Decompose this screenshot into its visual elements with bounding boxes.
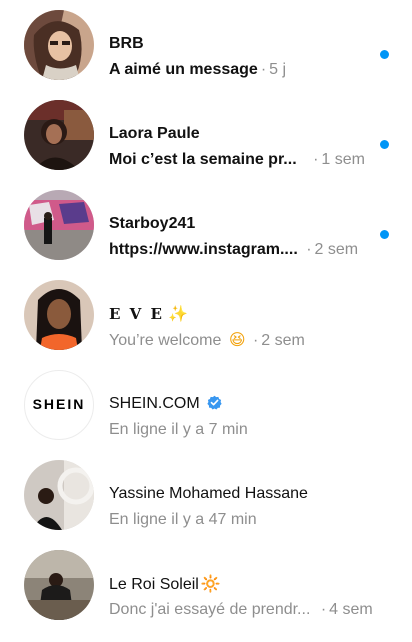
laughing-emoji-icon: 😆	[228, 330, 246, 349]
conversation-row[interactable]: Yassine Mohamed Hassane En ligne il y a …	[0, 450, 412, 540]
conversation-preview: En ligne il y a 47 min	[109, 509, 399, 531]
conversation-preview: A aimé un message · 5 j	[109, 59, 399, 81]
timestamp: 1 sem	[321, 151, 365, 168]
timestamp: 5 j	[269, 61, 287, 78]
message-snippet: https://www.instagram....	[109, 241, 298, 258]
conversation-row[interactable]: BRB A aimé un message · 5 j	[0, 0, 412, 90]
timestamp: 4 sem	[329, 601, 373, 618]
avatar: SHEIN	[24, 370, 94, 440]
message-snippet: Moi c’est la semaine pr...	[109, 151, 297, 168]
conversation-preview: Moi c’est la semaine pr... · 1 sem	[109, 149, 399, 171]
separator: ·	[320, 601, 327, 618]
conversation-name: Starboy241	[109, 215, 196, 232]
unread-dot-icon	[380, 140, 389, 149]
conversation-list: BRB A aimé un message · 5 j Laora Paule Mo…	[0, 0, 412, 642]
conversation-row[interactable]: Le Roi Soleil 🔆 Donc j'ai essayé de prend…	[0, 540, 412, 630]
shein-logo: SHEIN	[32, 396, 86, 412]
separator: ·	[313, 151, 319, 168]
conversation-row[interactable]: Starboy241 https://www.instagram.... · 2 …	[0, 180, 412, 270]
avatar	[24, 10, 94, 80]
message-snippet: You’re welcome	[109, 332, 222, 349]
separator: ·	[252, 332, 259, 349]
conversation-row[interactable]: Laora Paule Moi c’est la semaine pr... ·…	[0, 90, 412, 180]
unread-dot-icon	[380, 230, 389, 239]
verified-badge-icon	[207, 395, 222, 410]
avatar	[24, 550, 94, 620]
conversation-name: E V E ✨	[109, 304, 188, 325]
avatar	[24, 100, 94, 170]
separator: ·	[260, 61, 267, 78]
conversation-preview: En ligne il y a 7 min	[109, 419, 399, 441]
conversation-name: BRB	[109, 35, 144, 52]
avatar	[24, 280, 94, 350]
sun-icon: 🔆	[200, 574, 221, 593]
conversation-name: Yassine Mohamed Hassane	[109, 485, 308, 502]
timestamp: 2 sem	[261, 332, 305, 349]
activity-status: En ligne il y a 47 min	[109, 511, 257, 528]
unread-dot-icon	[380, 50, 389, 59]
conversation-name: SHEIN.COM	[109, 394, 222, 414]
message-snippet: Donc j'ai essayé de prendr...	[109, 601, 311, 618]
activity-status: En ligne il y a 7 min	[109, 421, 248, 438]
timestamp: 2 sem	[314, 241, 359, 258]
conversation-row[interactable]: SHEIN SHEIN.COM En ligne il y a 7 min	[0, 360, 412, 450]
name-text: SHEIN.COM	[109, 395, 200, 412]
name-text: Le Roi Soleil	[109, 576, 199, 593]
name-text: E V E	[109, 305, 164, 323]
message-snippet: A aimé un message	[109, 61, 258, 78]
separator: ·	[306, 241, 312, 258]
conversation-preview: You’re welcome 😆 · 2 sem	[109, 329, 399, 352]
conversation-preview: https://www.instagram.... · 2 sem	[109, 239, 399, 261]
avatar	[24, 190, 94, 260]
avatar	[24, 460, 94, 530]
conversation-row[interactable]: E V E ✨ You’re welcome 😆 · 2 sem	[0, 270, 412, 360]
sparkles-icon: ✨	[168, 304, 189, 323]
conversation-name: Laora Paule	[109, 125, 200, 142]
conversation-name: Le Roi Soleil 🔆	[109, 574, 221, 595]
conversation-preview: Donc j'ai essayé de prendr... · 4 sem	[109, 599, 399, 621]
